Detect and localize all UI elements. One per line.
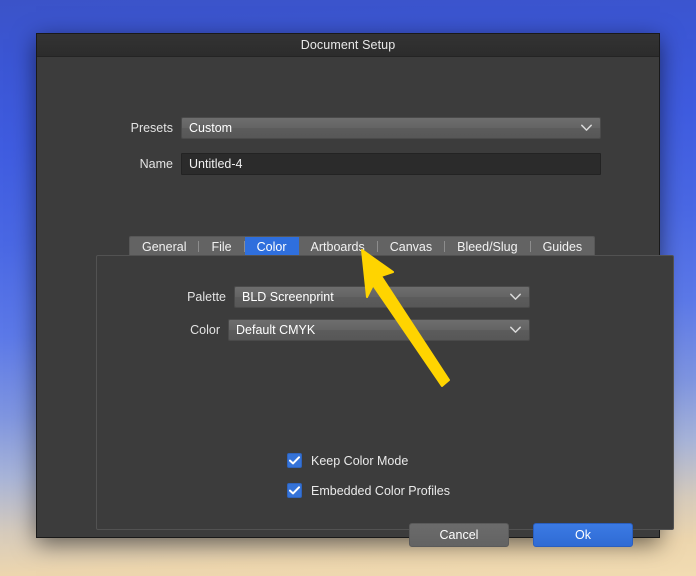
palette-select-value: BLD Screenprint — [242, 290, 334, 304]
keep-color-mode-label: Keep Color Mode — [311, 453, 409, 468]
palette-label: Palette — [187, 290, 226, 304]
name-input[interactable]: Untitled-4 — [181, 153, 601, 175]
chevron-down-icon — [581, 124, 592, 132]
ok-button[interactable]: Ok — [533, 523, 633, 547]
color-select-value: Default CMYK — [236, 323, 316, 337]
name-row: Name Untitled-4 — [37, 153, 625, 175]
tab-bar: General File Color Artboards Canvas Blee… — [129, 236, 596, 256]
palette-row: Palette BLD Screenprint — [38, 286, 626, 308]
color-tab-panel: Palette BLD Screenprint Color Default CM… — [96, 255, 674, 530]
presets-label: Presets — [130, 121, 173, 135]
presets-row: Presets Custom — [37, 117, 625, 139]
tab-bleed-slug[interactable]: Bleed/Slug — [445, 237, 529, 256]
checkmark-icon[interactable] — [287, 483, 302, 498]
desktop-wallpaper: Document Setup Presets Custom Name Untit… — [0, 0, 696, 576]
tab-guides[interactable]: Guides — [531, 237, 595, 256]
keep-color-mode-checkbox-row[interactable]: Keep Color Mode — [287, 453, 408, 468]
embedded-color-profiles-label: Embedded Color Profiles — [311, 483, 450, 498]
color-row: Color Default CMYK — [38, 319, 626, 341]
tab-color[interactable]: Color — [244, 237, 299, 256]
name-input-value: Untitled-4 — [189, 157, 243, 171]
palette-select[interactable]: BLD Screenprint — [234, 286, 530, 308]
tab-canvas[interactable]: Canvas — [378, 237, 444, 256]
dialog-titlebar[interactable]: Document Setup — [37, 34, 659, 57]
cancel-button[interactable]: Cancel — [409, 523, 509, 547]
embedded-color-profiles-checkbox-row[interactable]: Embedded Color Profiles — [287, 483, 450, 498]
document-setup-dialog: Document Setup Presets Custom Name Untit… — [36, 33, 674, 547]
presets-select-value: Custom — [189, 121, 233, 135]
tab-file[interactable]: File — [199, 237, 243, 256]
checkmark-icon[interactable] — [287, 453, 302, 468]
tab-artboards[interactable]: Artboards — [299, 237, 377, 256]
dialog-body: Presets Custom Name Untitled-4 General F… — [37, 57, 674, 547]
color-label: Color — [190, 323, 220, 337]
presets-select[interactable]: Custom — [181, 117, 601, 139]
name-label: Name — [139, 157, 173, 171]
color-select[interactable]: Default CMYK — [228, 319, 530, 341]
dialog-title: Document Setup — [300, 38, 396, 52]
chevron-down-icon — [510, 293, 521, 301]
chevron-down-icon — [510, 326, 521, 334]
tab-general[interactable]: General — [130, 237, 198, 256]
